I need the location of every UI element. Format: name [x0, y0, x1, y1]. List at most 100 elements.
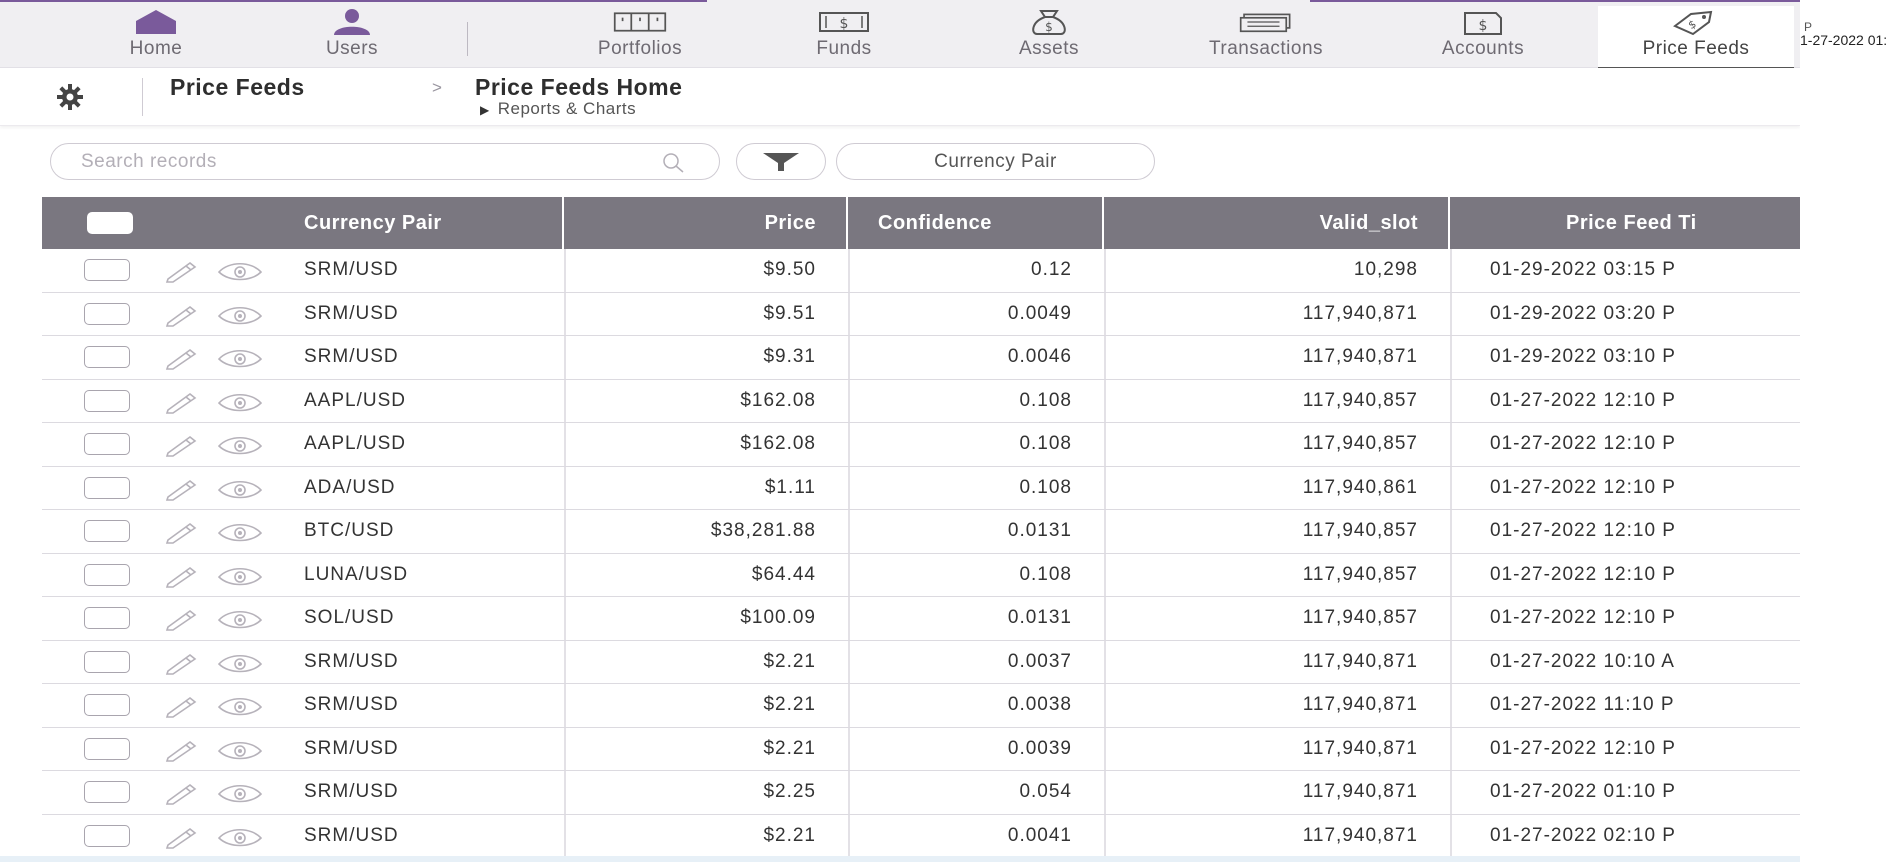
- view-icon[interactable]: [217, 564, 263, 588]
- cell-currency-pair: SRM/USD: [304, 694, 399, 715]
- row-checkbox[interactable]: [84, 346, 130, 368]
- adjacent-window-edge: P 1-27-2022 01:1: [1800, 0, 1886, 862]
- nav-item-funds[interactable]: $ Funds: [800, 6, 888, 66]
- reports-charts-toggle[interactable]: ▶ Reports & Charts: [480, 99, 636, 119]
- row-checkbox[interactable]: [84, 650, 130, 673]
- cell-currency-pair: SRM/USD: [304, 824, 399, 846]
- nav-item-users[interactable]: Users: [310, 6, 394, 66]
- table-header: Currency Pair Price Confidence Valid_slo…: [42, 197, 1800, 249]
- nav-item-home[interactable]: Home: [110, 6, 202, 66]
- edit-icon[interactable]: [164, 694, 198, 718]
- select-all-checkbox[interactable]: [87, 212, 133, 234]
- edit-icon[interactable]: [164, 477, 198, 501]
- table-row[interactable]: SRM/USD $9.31 0.0046 117,940,871 01-29-2022 …: [42, 336, 1800, 380]
- edit-icon[interactable]: [164, 259, 198, 283]
- edit-icon[interactable]: [164, 390, 198, 414]
- cell-price-feed-time: 01-27-2022 12:10 P: [1490, 433, 1676, 454]
- crumb-divider: [142, 78, 143, 116]
- cell-valid-slot: 117,940,871: [1302, 302, 1418, 324]
- table-row[interactable]: AAPL/USD $162.08 0.108 117,940,857 01-27-202…: [42, 423, 1800, 467]
- cell-confidence: 0.0049: [1007, 302, 1072, 324]
- svg-text:$: $: [1479, 18, 1488, 34]
- edit-icon[interactable]: [164, 303, 198, 327]
- nav-item-assets[interactable]: $ Assets: [1002, 6, 1096, 66]
- row-checkbox[interactable]: [84, 302, 130, 325]
- nav-label: Users: [325, 38, 379, 59]
- edit-icon[interactable]: [164, 520, 198, 544]
- row-checkbox[interactable]: [84, 476, 130, 499]
- col-header-currency-pair[interactable]: Currency Pair: [304, 197, 604, 249]
- table-row[interactable]: SRM/USD $2.21 0.0037 117,940,871 01-27-2022 …: [42, 640, 1800, 684]
- cell-currency-pair: SRM/USD: [304, 737, 399, 759]
- row-checkbox[interactable]: [84, 563, 130, 586]
- view-icon[interactable]: [217, 433, 263, 457]
- table-row[interactable]: SRM/USD $2.21 0.0038 117,940,871 01-27-2022 …: [42, 684, 1800, 728]
- nav-label: Transactions: [1208, 38, 1324, 59]
- table-row[interactable]: BTC/USD $38,281.88 0.0131 117,940,857 01-27-…: [42, 510, 1800, 554]
- search-input[interactable]: [81, 150, 641, 174]
- view-icon[interactable]: [217, 390, 263, 414]
- table-row[interactable]: AAPL/USD $162.08 0.108 117,940,857 01-27-202…: [42, 379, 1800, 423]
- row-checkbox[interactable]: [84, 607, 130, 629]
- cell-confidence: 0.108: [1019, 389, 1072, 411]
- row-checkbox[interactable]: [84, 433, 130, 455]
- row-checkbox[interactable]: [84, 389, 130, 412]
- view-icon[interactable]: [217, 477, 263, 501]
- table-row[interactable]: SRM/USD $9.51 0.0049 117,940,871 01-29-2022 …: [42, 292, 1800, 336]
- nav-item-price-feeds[interactable]: $ Price Feeds: [1598, 6, 1794, 69]
- cell-currency-pair: AAPL/USD: [304, 433, 406, 454]
- row-checkbox[interactable]: [84, 520, 130, 542]
- table-row[interactable]: LUNA/USD $64.44 0.108 117,940,857 01-27-2022…: [42, 553, 1800, 597]
- cell-price-feed-time: 01-27-2022 12:10 P: [1490, 389, 1676, 411]
- currency-pair-filter-chip[interactable]: Currency Pair: [836, 143, 1155, 180]
- nav-item-portfolios[interactable]: Portfolios: [572, 6, 708, 66]
- col-header-price-feed-time[interactable]: Price Feed Ti: [1448, 197, 1800, 249]
- view-icon[interactable]: [217, 651, 263, 675]
- edit-icon[interactable]: [164, 346, 198, 370]
- table-row[interactable]: ADA/USD $1.11 0.108 117,940,861 01-27-2022 1…: [42, 466, 1800, 510]
- cell-price-feed-time: 01-29-2022 03:15 P: [1490, 259, 1676, 280]
- row-checkbox[interactable]: [84, 824, 130, 847]
- filter-button[interactable]: [736, 143, 826, 180]
- edit-icon[interactable]: [164, 607, 198, 631]
- view-icon[interactable]: [217, 781, 263, 805]
- view-icon[interactable]: [217, 303, 263, 327]
- edit-icon[interactable]: [164, 651, 198, 675]
- cell-confidence: 0.0131: [1007, 607, 1072, 628]
- edit-icon[interactable]: [164, 738, 198, 762]
- table-row[interactable]: SRM/USD $2.21 0.0041 117,940,871 01-27-2022 …: [42, 814, 1800, 858]
- view-icon[interactable]: [217, 825, 263, 849]
- nav-label: Accounts: [1441, 38, 1525, 59]
- edit-icon[interactable]: [164, 825, 198, 849]
- nav-item-transactions[interactable]: Transactions: [1178, 6, 1354, 66]
- row-checkbox[interactable]: [84, 781, 130, 803]
- row-checkbox[interactable]: [84, 259, 130, 281]
- table-row[interactable]: SRM/USD $2.25 0.054 117,940,871 01-27-2022 0…: [42, 771, 1800, 815]
- col-header-valid-slot[interactable]: Valid_slot: [1102, 197, 1448, 249]
- row-checkbox[interactable]: [84, 737, 130, 760]
- edit-icon[interactable]: [164, 564, 198, 588]
- view-icon[interactable]: [217, 346, 263, 370]
- gear-icon[interactable]: [50, 82, 90, 112]
- row-checkbox[interactable]: [84, 694, 130, 716]
- table-row[interactable]: SRM/USD $9.50 0.12 10,298 01-29-2022 03:15 P: [42, 249, 1800, 293]
- view-icon[interactable]: [217, 607, 263, 631]
- cell-price: $2.21: [763, 737, 816, 759]
- cell-confidence: 0.0039: [1007, 737, 1072, 759]
- col-header-confidence[interactable]: Confidence: [846, 197, 1102, 249]
- table-row[interactable]: SRM/USD $2.21 0.0039 117,940,871 01-27-2022 …: [42, 727, 1800, 771]
- table-row[interactable]: SOL/USD $100.09 0.0131 117,940,857 01-27-202…: [42, 597, 1800, 641]
- edit-icon[interactable]: [164, 781, 198, 805]
- cell-confidence: 0.0037: [1007, 650, 1072, 672]
- edit-icon[interactable]: [164, 433, 198, 457]
- nav-item-accounts[interactable]: $ Accounts: [1416, 6, 1550, 66]
- col-header-price[interactable]: Price: [562, 197, 846, 249]
- cell-valid-slot: 117,940,857: [1302, 433, 1418, 454]
- search-icon[interactable]: [661, 151, 685, 175]
- breadcrumb-root[interactable]: Price Feeds: [170, 74, 305, 101]
- cell-valid-slot: 117,940,861: [1302, 476, 1418, 498]
- view-icon[interactable]: [217, 259, 263, 283]
- view-icon[interactable]: [217, 520, 263, 544]
- view-icon[interactable]: [217, 694, 263, 718]
- view-icon[interactable]: [217, 738, 263, 762]
